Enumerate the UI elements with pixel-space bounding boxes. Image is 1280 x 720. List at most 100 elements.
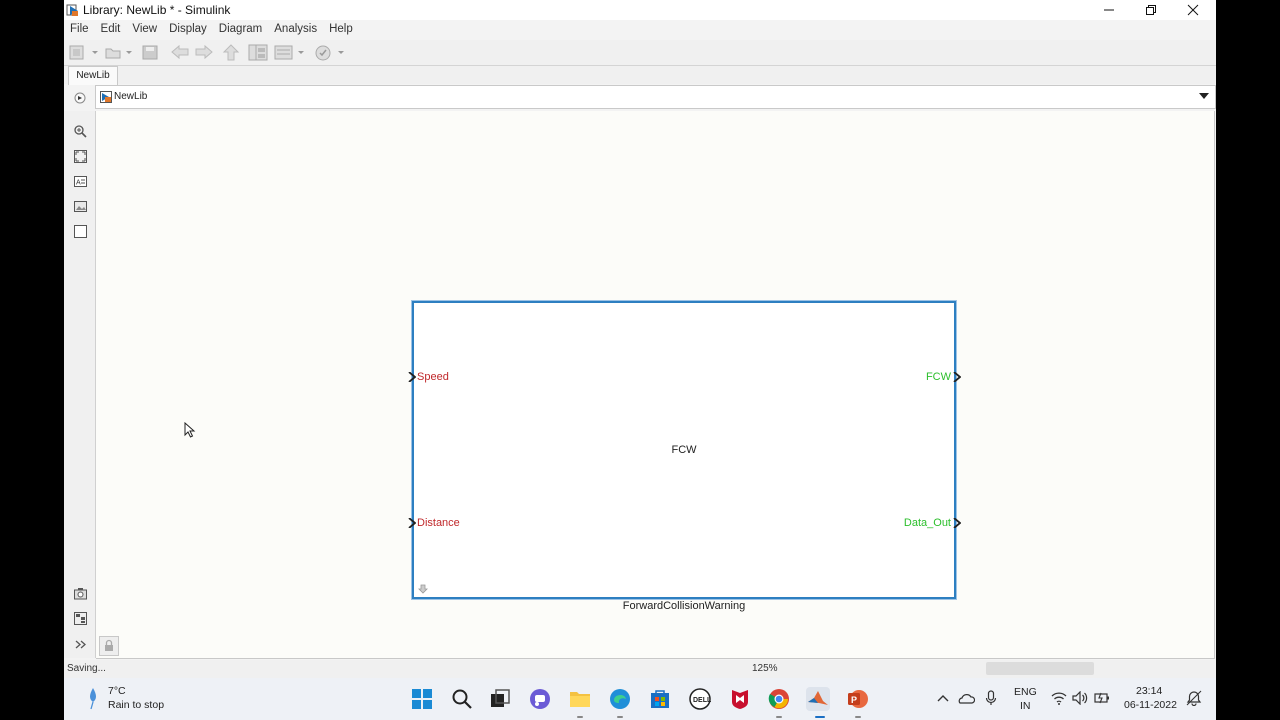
status-text: Saving... xyxy=(67,663,106,674)
svg-text:P: P xyxy=(851,695,857,705)
explorer-path: NewLib xyxy=(114,91,148,102)
language-indicator[interactable]: ENG xyxy=(1014,686,1037,698)
weather-description[interactable]: Rain to stop xyxy=(108,699,164,711)
block-label: FCW xyxy=(671,444,697,456)
explorer-bar[interactable]: NewLib xyxy=(95,85,1216,109)
back-button[interactable] xyxy=(170,44,190,61)
clock-date[interactable]: 06-11-2022 xyxy=(1124,699,1177,711)
running-indicator xyxy=(776,716,782,718)
save-button[interactable] xyxy=(142,44,158,61)
open-button[interactable] xyxy=(104,44,134,61)
volume-icon[interactable] xyxy=(1072,691,1088,705)
powerpoint-icon[interactable]: P xyxy=(846,687,870,711)
input-port-speed: Speed xyxy=(417,371,449,383)
window-title: Library: NewLib * - Simulink xyxy=(83,3,231,17)
output-port-arrow-icon[interactable] xyxy=(953,372,961,382)
zoom-level: 125% xyxy=(752,663,778,674)
expand-icon[interactable] xyxy=(74,638,87,651)
minimize-button[interactable] xyxy=(1088,0,1130,20)
mcafee-icon[interactable] xyxy=(728,687,752,711)
model-canvas[interactable]: Speed Distance FCW Data_Out FCW ForwardC… xyxy=(96,111,1215,659)
battery-icon[interactable] xyxy=(1094,691,1110,705)
save-icon xyxy=(142,45,158,60)
library-browser-button[interactable] xyxy=(274,44,306,61)
menu-display[interactable]: Display xyxy=(163,20,213,40)
forward-button[interactable] xyxy=(194,44,214,61)
output-port-fcw: FCW xyxy=(925,371,951,383)
model-browser-icon xyxy=(248,44,268,61)
store-icon[interactable] xyxy=(648,687,672,711)
running-indicator xyxy=(855,716,861,718)
close-button[interactable] xyxy=(1172,0,1214,20)
new-model-button[interactable] xyxy=(68,44,98,61)
horizontal-scrollbar[interactable] xyxy=(986,662,1094,675)
close-icon xyxy=(1187,4,1199,16)
model-browser-button[interactable] xyxy=(248,44,268,61)
library-browser-icon xyxy=(274,45,304,60)
search-icon[interactable] xyxy=(450,687,474,711)
menu-help[interactable]: Help xyxy=(323,20,359,40)
block-name[interactable]: ForwardCollisionWarning xyxy=(412,600,956,612)
rain-weather-icon[interactable] xyxy=(86,686,100,710)
model-advisor-button[interactable] xyxy=(314,44,346,61)
menu-analysis[interactable]: Analysis xyxy=(268,20,323,40)
chevron-down-icon[interactable] xyxy=(1199,93,1209,99)
up-button[interactable] xyxy=(222,44,240,61)
region-indicator[interactable]: IN xyxy=(1020,700,1031,712)
input-port-arrow-icon[interactable] xyxy=(408,518,416,528)
model-advisor-icon xyxy=(315,45,344,61)
weather-temperature[interactable]: 7°C xyxy=(108,685,126,697)
subsystem-link-icon[interactable] xyxy=(418,584,428,594)
mouse-cursor-icon xyxy=(184,422,196,438)
status-bar: Saving... 125% xyxy=(64,660,1216,678)
address-row: NewLib xyxy=(64,84,1216,110)
lock-icon[interactable] xyxy=(99,636,119,656)
onedrive-cloud-icon[interactable] xyxy=(957,692,975,704)
hide-explorer-icon[interactable] xyxy=(74,92,86,104)
zoom-icon[interactable] xyxy=(74,125,87,138)
folder-icon xyxy=(105,48,132,59)
toolbar xyxy=(64,40,1216,66)
output-port-arrow-icon[interactable] xyxy=(953,518,961,528)
svg-text:DELL: DELL xyxy=(693,697,711,704)
subsystem-block[interactable]: Speed Distance FCW Data_Out FCW xyxy=(408,301,961,599)
title-bar: Library: NewLib * - Simulink xyxy=(64,0,1216,20)
matlab-icon[interactable] xyxy=(806,687,830,711)
clock-time[interactable]: 23:14 xyxy=(1136,685,1162,697)
microphone-icon[interactable] xyxy=(985,690,997,706)
task-view-icon[interactable] xyxy=(488,687,512,711)
edge-icon[interactable] xyxy=(608,687,632,711)
annotation-icon[interactable]: A xyxy=(74,175,87,188)
tab-newlib[interactable]: NewLib xyxy=(68,66,118,85)
chevron-up-icon[interactable] xyxy=(937,693,949,703)
library-icon xyxy=(100,91,112,103)
chrome-icon[interactable] xyxy=(767,687,791,711)
forward-arrow-icon xyxy=(195,44,213,60)
minimize-icon xyxy=(1104,9,1114,11)
dell-icon[interactable]: DELL xyxy=(688,687,712,711)
input-port-arrow-icon[interactable] xyxy=(408,372,416,382)
fit-view-icon[interactable] xyxy=(74,150,87,163)
running-indicator xyxy=(617,716,623,718)
image-icon[interactable] xyxy=(74,200,87,213)
model-browser-icon[interactable] xyxy=(74,612,87,625)
new-model-icon xyxy=(69,45,98,60)
area-icon[interactable] xyxy=(74,225,87,238)
active-indicator xyxy=(815,716,825,718)
file-explorer-icon[interactable] xyxy=(568,687,592,711)
menu-diagram[interactable]: Diagram xyxy=(213,20,268,40)
menu-view[interactable]: View xyxy=(126,20,163,40)
menu-edit[interactable]: Edit xyxy=(95,20,127,40)
menu-file[interactable]: File xyxy=(64,20,95,40)
chat-icon[interactable] xyxy=(528,687,552,711)
up-arrow-icon xyxy=(222,44,240,61)
restore-button[interactable] xyxy=(1130,0,1172,20)
notification-bell-icon[interactable] xyxy=(1186,690,1202,706)
running-indicator xyxy=(577,716,583,718)
screenshot-icon[interactable] xyxy=(74,587,87,600)
tab-bar: NewLib xyxy=(64,66,1216,85)
menu-bar: File Edit View Display Diagram Analysis … xyxy=(64,20,1216,40)
restore-icon xyxy=(1146,5,1156,15)
windows-start-icon[interactable] xyxy=(410,687,434,711)
wifi-icon[interactable] xyxy=(1051,691,1067,705)
